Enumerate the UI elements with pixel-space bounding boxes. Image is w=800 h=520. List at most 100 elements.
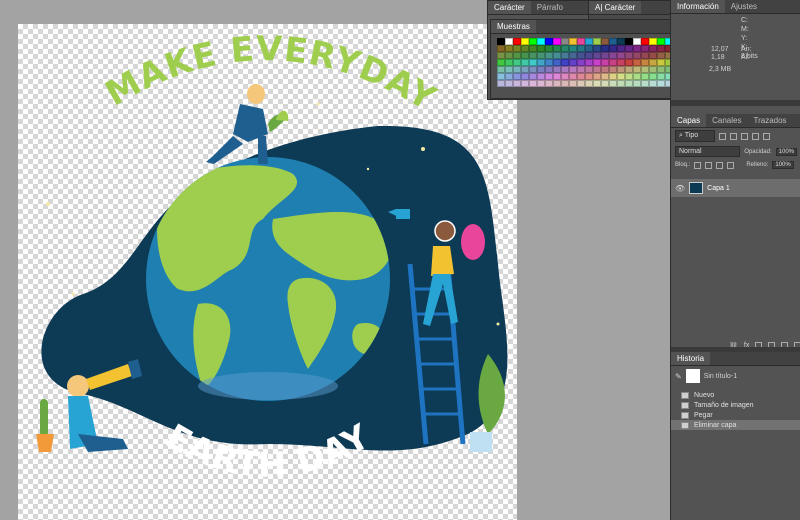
color-swatch[interactable] <box>633 38 641 45</box>
color-swatch[interactable] <box>513 45 521 52</box>
color-swatch[interactable] <box>641 73 649 80</box>
color-swatch[interactable] <box>593 52 601 59</box>
color-swatch[interactable] <box>601 80 609 87</box>
color-swatch[interactable] <box>537 52 545 59</box>
color-swatch[interactable] <box>553 80 561 87</box>
color-swatch[interactable] <box>593 59 601 66</box>
color-swatch[interactable] <box>585 73 593 80</box>
history-state[interactable]: Tamaño de imagen <box>671 400 800 410</box>
color-swatch[interactable] <box>625 66 633 73</box>
color-swatch[interactable] <box>537 59 545 66</box>
color-swatch[interactable] <box>577 73 585 80</box>
color-swatch[interactable] <box>521 52 529 59</box>
color-swatch[interactable] <box>569 66 577 73</box>
color-swatch[interactable] <box>601 59 609 66</box>
color-swatch[interactable] <box>649 52 657 59</box>
color-swatch[interactable] <box>577 52 585 59</box>
color-swatch[interactable] <box>641 52 649 59</box>
history-snapshot[interactable]: ✎ Sin título-1 <box>671 366 800 386</box>
color-swatch[interactable] <box>521 80 529 87</box>
color-swatch[interactable] <box>657 59 665 66</box>
lock-pixels-icon[interactable] <box>705 161 713 169</box>
lock-position-icon[interactable] <box>716 161 724 169</box>
history-state[interactable]: Nuevo <box>671 390 800 400</box>
color-swatch[interactable] <box>625 59 633 66</box>
color-swatch[interactable] <box>633 73 641 80</box>
color-swatch[interactable] <box>537 66 545 73</box>
color-swatch[interactable] <box>601 38 609 45</box>
color-swatch[interactable] <box>569 52 577 59</box>
lock-transparency-icon[interactable] <box>694 161 702 169</box>
color-swatch[interactable] <box>601 45 609 52</box>
color-swatch[interactable] <box>625 52 633 59</box>
color-swatch[interactable] <box>561 80 569 87</box>
filter-adjustment-icon[interactable] <box>730 132 737 140</box>
opacity-field[interactable]: 100% <box>775 147 797 156</box>
color-swatch[interactable] <box>505 59 513 66</box>
color-swatch[interactable] <box>561 52 569 59</box>
color-swatch[interactable] <box>529 73 537 80</box>
color-swatch[interactable] <box>513 52 521 59</box>
color-swatch[interactable] <box>641 59 649 66</box>
color-swatch[interactable] <box>529 80 537 87</box>
color-swatch[interactable] <box>561 45 569 52</box>
color-swatch[interactable] <box>577 66 585 73</box>
tab-swatches[interactable]: Muestras <box>491 20 536 33</box>
tab-history[interactable]: Historia <box>671 352 711 365</box>
color-swatch[interactable] <box>561 66 569 73</box>
color-swatch[interactable] <box>497 80 505 87</box>
history-state[interactable]: Eliminar capa <box>671 420 800 430</box>
color-swatch[interactable] <box>585 59 593 66</box>
tab-paragraph[interactable]: Párrafo <box>531 1 569 14</box>
color-swatch[interactable] <box>617 45 625 52</box>
tab-character-sub[interactable]: A| Carácter <box>589 1 642 14</box>
layer-filter-select[interactable]: ⌕ Tipo <box>675 130 715 142</box>
color-swatch[interactable] <box>545 45 553 52</box>
color-swatch[interactable] <box>537 80 545 87</box>
color-swatch[interactable] <box>569 73 577 80</box>
color-swatch[interactable] <box>577 80 585 87</box>
color-swatch[interactable] <box>633 80 641 87</box>
color-swatch[interactable] <box>641 80 649 87</box>
color-swatch[interactable] <box>537 45 545 52</box>
color-swatch[interactable] <box>601 66 609 73</box>
color-swatch[interactable] <box>545 73 553 80</box>
color-swatch[interactable] <box>521 66 529 73</box>
color-swatch[interactable] <box>513 59 521 66</box>
color-swatch[interactable] <box>513 80 521 87</box>
color-swatch[interactable] <box>649 45 657 52</box>
color-swatch[interactable] <box>545 66 553 73</box>
color-swatch[interactable] <box>529 66 537 73</box>
color-swatch[interactable] <box>545 59 553 66</box>
tab-information[interactable]: Información <box>671 0 725 13</box>
color-swatch[interactable] <box>649 38 657 45</box>
color-swatch[interactable] <box>505 45 513 52</box>
color-swatch[interactable] <box>553 59 561 66</box>
color-swatch[interactable] <box>633 45 641 52</box>
color-swatch[interactable] <box>641 66 649 73</box>
tab-channels[interactable]: Canales <box>706 114 747 127</box>
color-swatch[interactable] <box>657 80 665 87</box>
color-swatch[interactable] <box>633 66 641 73</box>
color-swatch[interactable] <box>609 59 617 66</box>
color-swatch[interactable] <box>657 38 665 45</box>
color-swatch[interactable] <box>585 45 593 52</box>
color-swatch[interactable] <box>561 73 569 80</box>
color-swatch[interactable] <box>577 45 585 52</box>
color-swatch[interactable] <box>505 66 513 73</box>
color-swatch[interactable] <box>593 45 601 52</box>
color-swatch[interactable] <box>609 52 617 59</box>
color-swatch[interactable] <box>553 66 561 73</box>
color-swatch[interactable] <box>649 80 657 87</box>
color-swatch[interactable] <box>657 52 665 59</box>
color-swatch[interactable] <box>657 73 665 80</box>
color-swatch[interactable] <box>601 73 609 80</box>
history-state[interactable]: Pegar <box>671 410 800 420</box>
color-swatch[interactable] <box>585 52 593 59</box>
color-swatch[interactable] <box>641 38 649 45</box>
color-swatch[interactable] <box>625 45 633 52</box>
color-swatch[interactable] <box>593 38 601 45</box>
color-swatch[interactable] <box>609 73 617 80</box>
eye-icon[interactable]: 👁 <box>675 184 685 193</box>
color-swatch[interactable] <box>593 66 601 73</box>
